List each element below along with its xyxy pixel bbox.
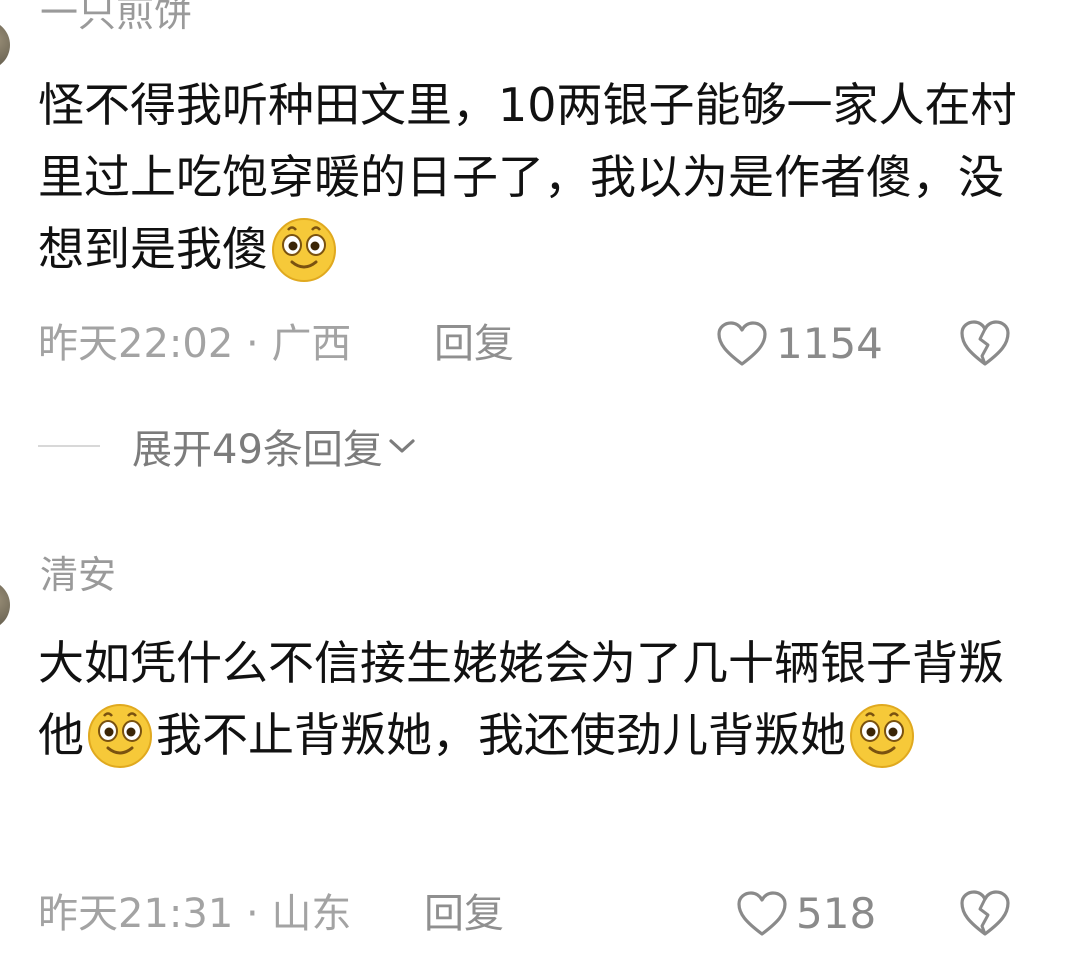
smiling-face-emoji-icon [88, 703, 152, 768]
smiling-face-emoji-icon [272, 217, 336, 282]
comment-meta: 昨天21:31 · 山东 回复 518 [38, 888, 1081, 940]
timestamp: 昨天21:31 · 山东 [38, 888, 351, 940]
comment-meta: 昨天22:02 · 广西 回复 1154 [38, 318, 1081, 370]
expand-replies-button[interactable]: 展开49条回复 [38, 420, 417, 473]
avatar[interactable] [0, 580, 10, 630]
smiling-face-emoji-icon [850, 703, 914, 768]
comment-text: 大如凭什么不信接生姥姥会为了几十辆银子背叛他 我不止背叛她，我还使劲儿背叛她 [38, 626, 1038, 770]
like-button[interactable]: 518 [736, 888, 876, 940]
time-label: 昨天21:31 [38, 891, 234, 937]
like-count: 1154 [776, 319, 883, 368]
comment-text: 怪不得我听种田文里，10两银子能够一家人在村里过上吃饱穿暖的日子了，我以为是作者… [38, 68, 1038, 284]
time-label: 昨天22:02 [38, 321, 234, 367]
comment-username[interactable]: 一只煎饼 [40, 0, 192, 32]
divider [38, 445, 100, 447]
like-count: 518 [796, 889, 877, 938]
location-label: 广西 [271, 321, 352, 367]
broken-heart-icon[interactable] [958, 318, 1012, 368]
separator: · [246, 321, 259, 367]
comment-username[interactable]: 清安 [40, 556, 116, 594]
comment-text-part: 怪不得我听种田文里，10两银子能够一家人在村里过上吃饱穿暖的日子了，我以为是作者… [38, 78, 1017, 276]
comment-text-part: 我不止背叛她，我还使劲儿背叛她 [156, 708, 846, 762]
chevron-down-icon [389, 439, 415, 453]
timestamp: 昨天22:02 · 广西 [38, 318, 351, 370]
reply-button[interactable]: 回复 [424, 888, 504, 940]
expand-replies-label: 展开49条回复 [132, 427, 383, 473]
like-button[interactable]: 1154 [716, 318, 883, 370]
reply-button[interactable]: 回复 [434, 318, 514, 370]
separator: · [246, 891, 259, 937]
heart-icon [737, 891, 787, 936]
heart-icon [717, 321, 767, 366]
avatar[interactable] [0, 20, 10, 70]
location-label: 山东 [271, 891, 352, 937]
broken-heart-icon[interactable] [958, 888, 1012, 938]
